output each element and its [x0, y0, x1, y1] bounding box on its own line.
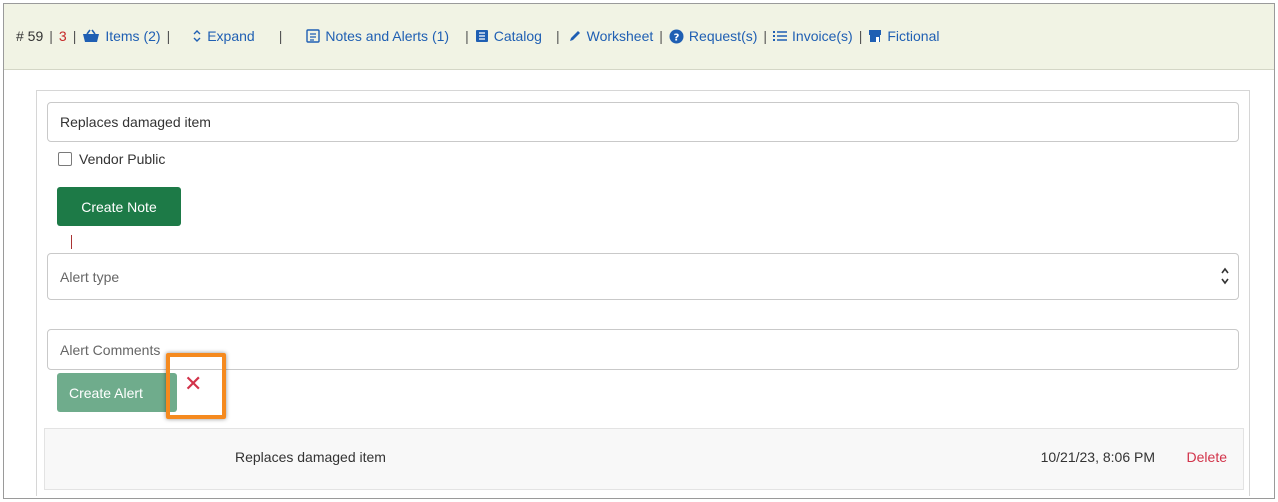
create-note-label: Create Note [81, 198, 157, 215]
worksheet-label: Worksheet [586, 28, 654, 44]
note-icon [306, 29, 321, 43]
toolbar-row: # 59 | 3 | Items (2) | Expand | Notes an… [16, 26, 940, 46]
app-window: # 59 | 3 | Items (2) | Expand | Notes an… [3, 3, 1275, 499]
catalog-label: Catalog [493, 28, 542, 44]
list-icon [773, 31, 788, 41]
notes-alerts-link[interactable]: Notes and Alerts (1) [306, 28, 449, 44]
invoices-label: Invoice(s) [792, 28, 853, 44]
store-icon [869, 30, 882, 42]
callout-highlight-box [166, 353, 226, 419]
fictional-label: Fictional [887, 28, 940, 44]
text-cursor [71, 235, 72, 249]
expand-link[interactable]: Expand [192, 28, 255, 44]
worksheet-link[interactable]: Worksheet [568, 28, 654, 44]
separator: | [72, 28, 77, 44]
notes-alerts-label: Notes and Alerts (1) [325, 28, 450, 44]
question-circle-icon: ? [669, 29, 684, 43]
note-list-item: Replaces damaged item 10/21/23, 8:06 PM … [44, 428, 1244, 490]
separator: | [465, 28, 469, 44]
separator: | [166, 28, 171, 44]
separator: | [49, 28, 53, 44]
order-count: 3 [58, 28, 67, 44]
alert-type-placeholder: Alert type [60, 268, 120, 285]
separator: | [555, 28, 560, 44]
svg-text:?: ? [674, 32, 680, 43]
separator: | [763, 28, 768, 44]
alert-comments-placeholder: Alert Comments [60, 341, 161, 358]
order-toolbar: # 59 | 3 | Items (2) | Expand | Notes an… [4, 4, 1274, 70]
invoices-link[interactable]: Invoice(s) [773, 28, 853, 44]
requests-link[interactable]: ? Request(s) [669, 28, 757, 44]
items-link[interactable]: Items (2) [82, 28, 161, 44]
pencil-icon [569, 31, 580, 41]
note-timestamp: 10/21/23, 8:06 PM [1040, 449, 1155, 465]
catalog-link[interactable]: Catalog [475, 28, 542, 44]
vendor-public-checkbox[interactable] [58, 152, 72, 166]
delete-note-link[interactable]: Delete [1187, 449, 1227, 465]
requests-label: Request(s) [688, 28, 758, 44]
note-input-value: Replaces damaged item [60, 114, 211, 130]
chevron-up-down-icon [193, 30, 201, 42]
create-alert-label: Create Alert [69, 384, 143, 401]
book-icon [475, 30, 488, 42]
separator: | [659, 28, 663, 44]
select-arrows-icon [1221, 267, 1229, 285]
items-label: Items (2) [105, 28, 161, 44]
note-input[interactable]: Replaces damaged item [47, 102, 1239, 142]
expand-label: Expand [207, 28, 255, 44]
separator: | [858, 28, 863, 44]
separator: | [278, 28, 283, 44]
alert-type-select[interactable]: Alert type [47, 253, 1239, 300]
vendor-public-label: Vendor Public [79, 151, 166, 167]
fictional-link[interactable]: Fictional [868, 28, 940, 44]
create-note-button[interactable]: Create Note [57, 187, 181, 226]
basket-icon [83, 29, 100, 42]
create-alert-button[interactable]: Create Alert [57, 373, 177, 412]
note-text: Replaces damaged item [235, 449, 386, 465]
vendor-public-option[interactable]: Vendor Public [58, 151, 165, 167]
order-number: # 59 [16, 28, 44, 44]
